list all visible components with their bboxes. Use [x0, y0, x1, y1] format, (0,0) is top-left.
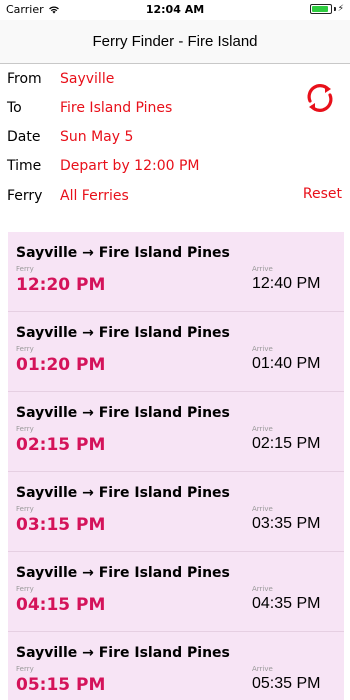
page-title: Ferry Finder - Fire Island: [92, 33, 258, 50]
arrive-time: 05:35 PM: [252, 675, 321, 692]
arrive-caption: Arrive: [252, 345, 273, 353]
trip-card[interactable]: Sayville → Fire Island Pines Ferry 04:15…: [8, 552, 344, 632]
arrive-caption: Arrive: [252, 425, 273, 433]
ferry-caption: Ferry: [16, 585, 34, 593]
trip-route: Sayville → Fire Island Pines: [16, 485, 230, 501]
arrive-time: 03:35 PM: [252, 515, 321, 532]
trip-card[interactable]: Sayville → Fire Island Pines Ferry 12:20…: [8, 232, 344, 312]
refresh-icon: [307, 84, 333, 112]
trip-card[interactable]: Sayville → Fire Island Pines Ferry 01:20…: [8, 312, 344, 392]
ferry-caption: Ferry: [16, 505, 34, 513]
ferry-caption: Ferry: [16, 665, 34, 673]
depart-time: 01:20 PM: [16, 355, 106, 375]
arrive-time: 04:35 PM: [252, 595, 321, 612]
ferry-row[interactable]: Ferry All Ferries: [0, 181, 350, 211]
from-value[interactable]: Sayville: [60, 71, 114, 87]
reset-button[interactable]: Reset: [303, 186, 342, 202]
trip-route: Sayville → Fire Island Pines: [16, 565, 230, 581]
nav-bar: Ferry Finder - Fire Island: [0, 20, 350, 64]
swap-route-button[interactable]: [300, 78, 340, 118]
date-label: Date: [7, 129, 41, 145]
from-label: From: [7, 71, 42, 87]
to-row[interactable]: To Fire Island Pines: [0, 93, 350, 123]
trip-list[interactable]: Sayville → Fire Island Pines Ferry 12:20…: [8, 232, 344, 700]
arrive-time: 12:40 PM: [252, 275, 321, 292]
from-row[interactable]: From Sayville: [0, 64, 350, 94]
depart-time: 05:15 PM: [16, 675, 106, 695]
time-row[interactable]: Time Depart by 12:00 PM: [0, 151, 350, 181]
trip-route: Sayville → Fire Island Pines: [16, 245, 230, 261]
ferry-caption: Ferry: [16, 425, 34, 433]
battery-cap: [333, 7, 336, 11]
status-bar: Carrier 12:04 AM ⚡: [0, 0, 350, 20]
trip-card[interactable]: Sayville → Fire Island Pines Ferry 05:15…: [8, 632, 344, 700]
ferry-value[interactable]: All Ferries: [60, 188, 129, 204]
trip-route: Sayville → Fire Island Pines: [16, 325, 230, 341]
ferry-label: Ferry: [7, 188, 43, 204]
status-right: ⚡: [309, 4, 344, 14]
time-label: Time: [7, 158, 42, 174]
arrive-time: 02:15 PM: [252, 435, 321, 452]
search-form: From Sayville To Fire Island Pines Date …: [0, 64, 350, 224]
battery-icon: [309, 4, 332, 14]
to-label: To: [7, 100, 22, 116]
depart-time: 12:20 PM: [16, 275, 106, 295]
charging-bolt-icon: ⚡: [337, 4, 344, 14]
status-time: 12:04 AM: [145, 3, 205, 16]
time-value[interactable]: Depart by 12:00 PM: [60, 158, 200, 174]
arrive-caption: Arrive: [252, 505, 273, 513]
depart-time: 02:15 PM: [16, 435, 106, 455]
arrive-caption: Arrive: [252, 665, 273, 673]
date-row[interactable]: Date Sun May 5: [0, 122, 350, 152]
trip-card[interactable]: Sayville → Fire Island Pines Ferry 03:15…: [8, 472, 344, 552]
arrive-time: 01:40 PM: [252, 355, 321, 372]
date-value[interactable]: Sun May 5: [60, 129, 133, 145]
trip-route: Sayville → Fire Island Pines: [16, 645, 230, 661]
to-value[interactable]: Fire Island Pines: [60, 100, 172, 116]
battery-fill: [311, 6, 328, 12]
ferry-caption: Ferry: [16, 345, 34, 353]
ferry-caption: Ferry: [16, 265, 34, 273]
depart-time: 03:15 PM: [16, 515, 106, 535]
arrive-caption: Arrive: [252, 265, 273, 273]
trip-card[interactable]: Sayville → Fire Island Pines Ferry 02:15…: [8, 392, 344, 472]
trip-route: Sayville → Fire Island Pines: [16, 405, 230, 421]
arrive-caption: Arrive: [252, 585, 273, 593]
depart-time: 04:15 PM: [16, 595, 106, 615]
